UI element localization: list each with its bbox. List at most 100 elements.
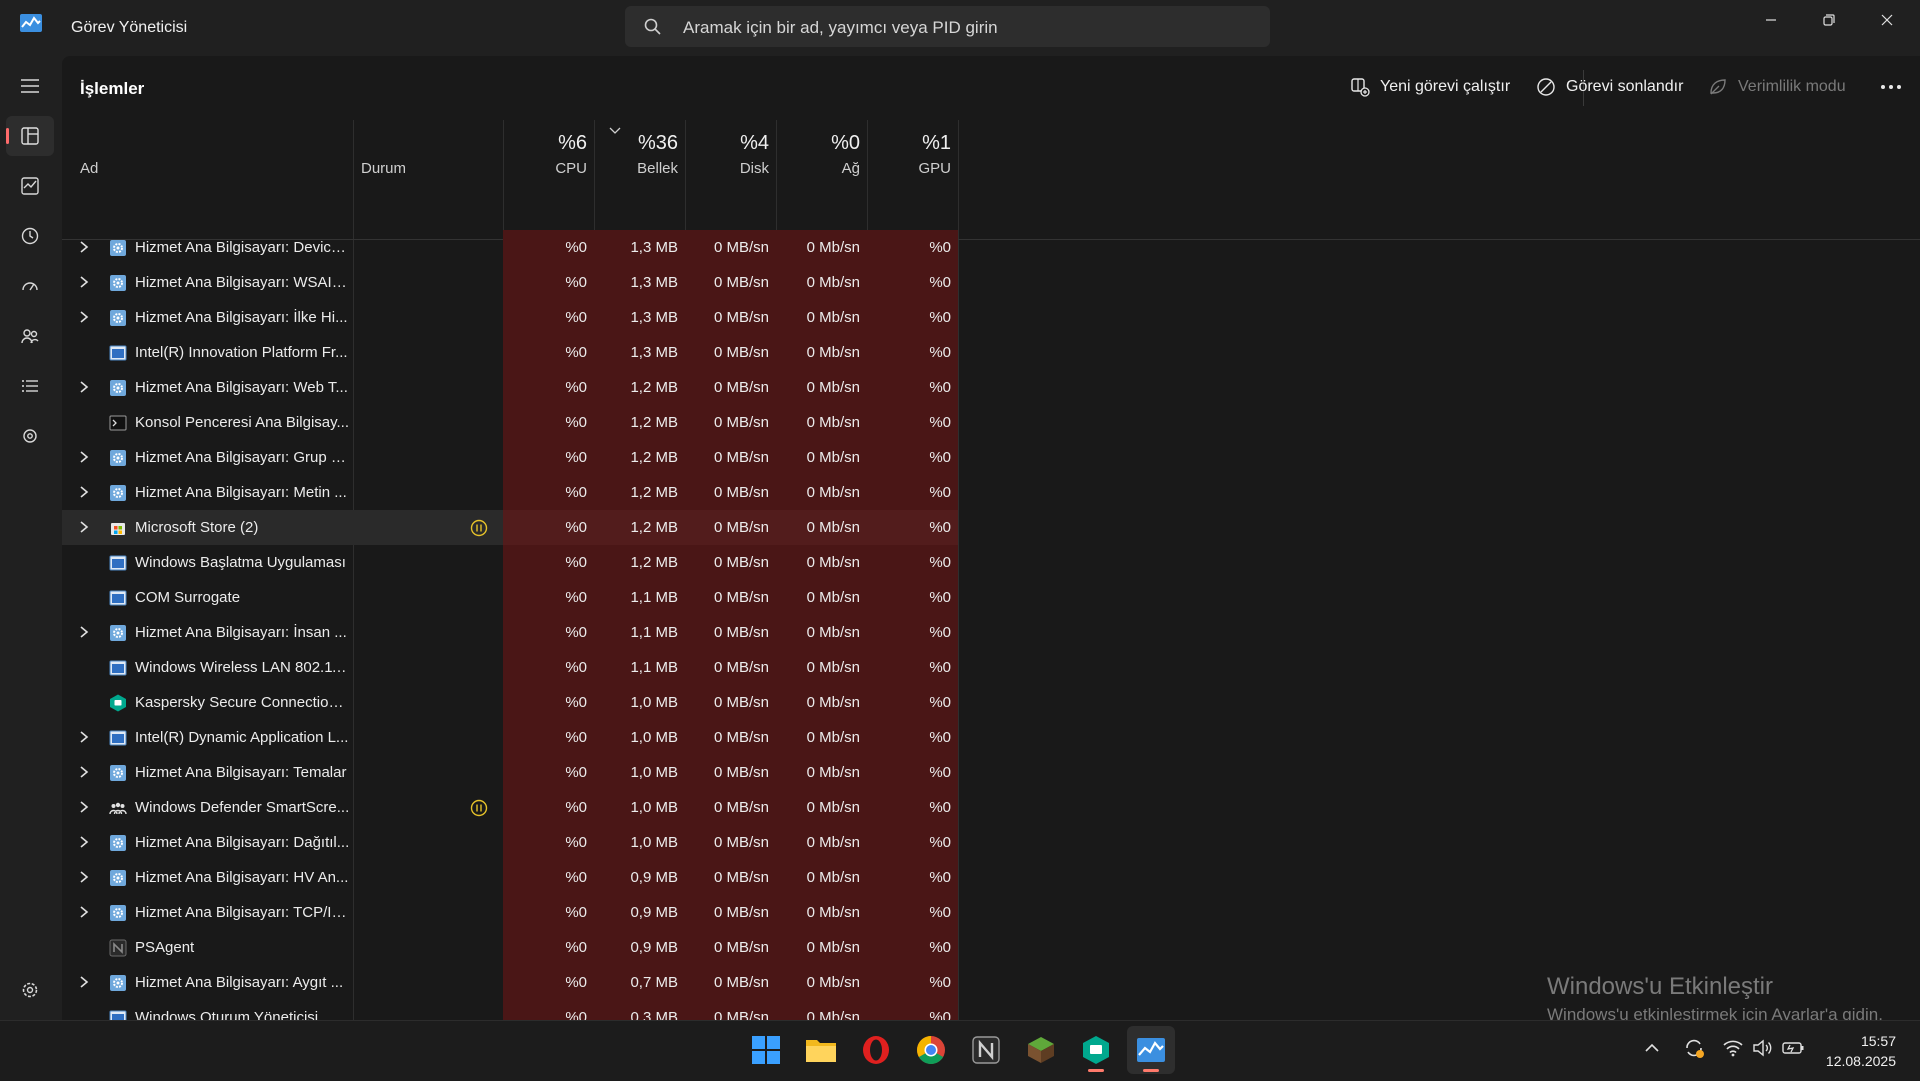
column-header-gpu[interactable]: GPU	[867, 160, 951, 177]
column-header-memory[interactable]: Bellek	[594, 160, 678, 177]
end-task-button[interactable]: Görevi sonlandır	[1536, 70, 1683, 104]
net-value: 0 Mb/sn	[776, 825, 867, 860]
table-row[interactable]: PSAgent %0 0,9 MB 0 MB/sn 0 Mb/sn %0	[62, 930, 958, 965]
chevron-right-icon[interactable]	[78, 485, 90, 499]
column-header-status[interactable]: Durum	[361, 160, 406, 177]
table-row[interactable]: Hizmet Ana Bilgisayarı: Metin ... %0 1,2 M…	[62, 475, 958, 510]
table-row[interactable]: Windows Defender SmartScre... %0 1,0 MB 0 M…	[62, 790, 958, 825]
chevron-right-icon[interactable]	[78, 380, 90, 394]
table-row[interactable]: Konsol Penceresi Ana Bilgisay... %0 1,2 MB…	[62, 405, 958, 440]
process-name: PSAgent	[135, 939, 195, 956]
chevron-right-icon[interactable]	[78, 765, 90, 779]
gear-icon	[22, 982, 38, 998]
table-row[interactable]: Hizmet Ana Bilgisayarı: Device... %0 1,3 M…	[62, 230, 958, 265]
table-row[interactable]: Hizmet Ana Bilgisayarı: İnsan ... %0 1,1 M…	[62, 615, 958, 650]
column-header-cpu[interactable]: CPU	[503, 160, 587, 177]
table-row[interactable]: Hizmet Ana Bilgisayarı: Grup İl... %0 1,2 …	[62, 440, 958, 475]
table-row[interactable]: Hizmet Ana Bilgisayarı: İlke Hi... %0 1,3 …	[62, 300, 958, 335]
net-value: 0 Mb/sn	[776, 755, 867, 790]
taskbar-file-explorer[interactable]	[797, 1026, 845, 1074]
taskbar-chrome[interactable]	[907, 1026, 955, 1074]
table-row[interactable]: Microsoft Store (2) %0 1,2 MB 0 MB/sn 0 Mb/s…	[62, 510, 958, 545]
chevron-right-icon[interactable]	[78, 310, 90, 324]
nav-settings[interactable]	[6, 970, 54, 1010]
taskbar-notion[interactable]	[962, 1026, 1010, 1074]
nav-processes[interactable]	[6, 116, 54, 156]
wifi-icon[interactable]	[1722, 1039, 1744, 1057]
net-value: 0 Mb/sn	[776, 650, 867, 685]
chevron-right-icon[interactable]	[78, 240, 90, 254]
chevron-right-icon[interactable]	[78, 975, 90, 989]
nav-startup-apps[interactable]	[6, 266, 54, 306]
table-row[interactable]: Intel(R) Dynamic Application L... %0 1,0 M…	[62, 720, 958, 755]
nav-services[interactable]	[6, 416, 54, 456]
mem-value: 1,2 MB	[594, 370, 685, 405]
chevron-right-icon[interactable]	[78, 835, 90, 849]
chevron-right-icon[interactable]	[78, 520, 90, 534]
chevron-right-icon[interactable]	[78, 625, 90, 639]
column-header-disk[interactable]: Disk	[685, 160, 769, 177]
minecraft-icon	[1028, 1037, 1054, 1063]
taskbar-kaspersky[interactable]	[1072, 1026, 1120, 1074]
close-button[interactable]	[1858, 0, 1916, 40]
run-new-task-button[interactable]: Yeni görevi çalıştır	[1350, 70, 1510, 104]
efficiency-mode-button[interactable]: Verimlilik modu	[1708, 70, 1846, 104]
table-row[interactable]: Intel(R) Innovation Platform Fr... %0 1,3 …	[62, 335, 958, 370]
nav-users[interactable]	[6, 316, 54, 356]
chevron-right-icon[interactable]	[78, 800, 90, 814]
table-row[interactable]: Windows Wireless LAN 802.11... %0 1,1 MB 0 …	[62, 650, 958, 685]
process-name: Hizmet Ana Bilgisayarı: Device...	[135, 239, 350, 256]
psagent-icon	[109, 939, 127, 957]
memory-total-percent[interactable]: %36	[594, 132, 678, 155]
chevron-right-icon[interactable]	[78, 905, 90, 919]
table-row[interactable]: Windows Başlatma Uygulaması %0 1,2 MB 0 MB/…	[62, 545, 958, 580]
table-row[interactable]: Hizmet Ana Bilgisayarı: TCP/IP... %0 0,9 M…	[62, 895, 958, 930]
process-name: Hizmet Ana Bilgisayarı: Grup İl...	[135, 449, 350, 466]
table-row[interactable]: Kaspersky Secure Connection (... %0 1,0 MB…	[62, 685, 958, 720]
kaspersky-icon	[110, 694, 126, 712]
mem-value: 1,0 MB	[594, 790, 685, 825]
search-input[interactable]: Aramak için bir ad, yayımcı veya PID gir…	[683, 18, 998, 38]
column-header-name[interactable]: Ad	[80, 160, 98, 177]
chevron-right-icon[interactable]	[78, 275, 90, 289]
column-header-network[interactable]: Ağ	[776, 160, 860, 177]
gpu-total-percent[interactable]: %1	[867, 132, 951, 155]
nav-app-history[interactable]	[6, 216, 54, 256]
volume-icon[interactable]	[1752, 1039, 1774, 1057]
restore-button[interactable]	[1800, 0, 1858, 40]
chevron-right-icon[interactable]	[78, 870, 90, 884]
table-row[interactable]: COM Surrogate %0 1,1 MB 0 MB/sn 0 Mb/sn %0	[62, 580, 958, 615]
disk-value: 0 MB/sn	[685, 370, 776, 405]
more-options-button[interactable]	[1880, 70, 1912, 104]
gear-icon	[110, 870, 126, 886]
taskbar-minecraft[interactable]	[1017, 1026, 1065, 1074]
speedometer-icon	[22, 282, 38, 291]
sync-icon[interactable]	[1682, 1036, 1706, 1060]
nav-details[interactable]	[6, 366, 54, 406]
chevron-right-icon[interactable]	[78, 730, 90, 744]
battery-icon[interactable]	[1781, 1039, 1805, 1057]
disk-total-percent[interactable]: %4	[685, 132, 769, 155]
table-row[interactable]: Hizmet Ana Bilgisayarı: Temalar %0 1,0 MB 0…	[62, 755, 958, 790]
taskbar: 15:57 12.08.2025	[0, 1020, 1920, 1081]
net-value: 0 Mb/sn	[776, 790, 867, 825]
taskbar-task-manager[interactable]	[1127, 1026, 1175, 1074]
clock[interactable]: 15:57 12.08.2025	[1826, 1031, 1896, 1071]
network-total-percent[interactable]: %0	[776, 132, 860, 155]
table-row[interactable]: Hizmet Ana Bilgisayarı: WSAIF... %0 1,3 MB…	[62, 265, 958, 300]
hamburger-menu-button[interactable]	[6, 66, 54, 106]
table-row[interactable]: Hizmet Ana Bilgisayarı: Aygıt ... %0 0,7 M…	[62, 965, 958, 1000]
search-box[interactable]: Aramak için bir ad, yayımcı veya PID gir…	[625, 6, 1270, 47]
minimize-button[interactable]	[1742, 0, 1800, 40]
taskbar-start-button[interactable]	[742, 1026, 790, 1074]
table-row[interactable]: Hizmet Ana Bilgisayarı: Web T... %0 1,2 MB…	[62, 370, 958, 405]
chevron-right-icon[interactable]	[78, 450, 90, 464]
table-row[interactable]: Hizmet Ana Bilgisayarı: HV An... %0 0,9 MB…	[62, 860, 958, 895]
taskbar-opera[interactable]	[852, 1026, 900, 1074]
show-hidden-icons-chevron-icon[interactable]	[1643, 1039, 1661, 1057]
net-value: 0 Mb/sn	[776, 895, 867, 930]
performance-icon	[21, 177, 39, 195]
cpu-total-percent[interactable]: %6	[503, 132, 587, 155]
nav-performance[interactable]	[6, 166, 54, 206]
table-row[interactable]: Hizmet Ana Bilgisayarı: Dağıtıl... %0 1,0 …	[62, 825, 958, 860]
